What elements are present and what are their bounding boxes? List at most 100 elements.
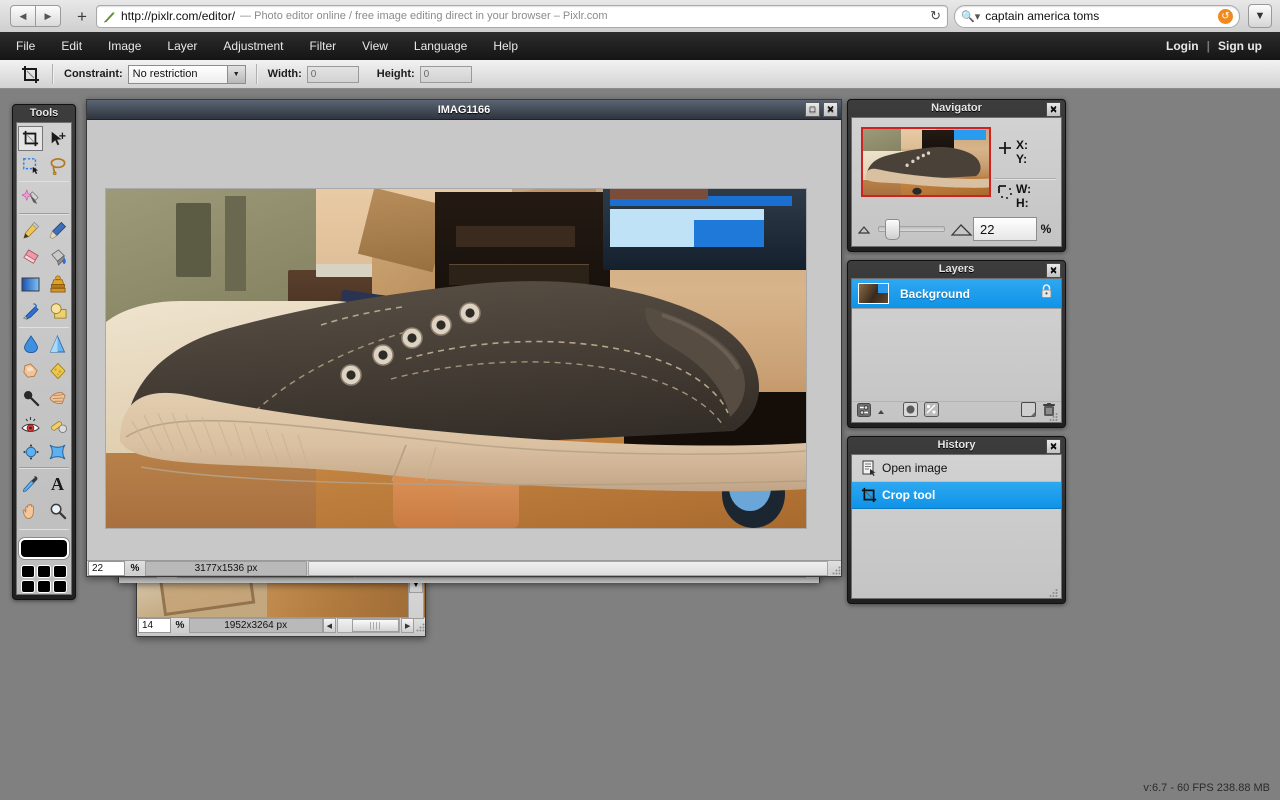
reload-button[interactable]: ↻ [924,8,941,24]
layer-row-background[interactable]: Background [852,279,1061,309]
palette-swatch-1[interactable] [21,564,35,578]
tool-clone-stamp[interactable] [44,271,71,298]
navigator-thumbnail[interactable] [861,127,991,197]
layer-style-icon[interactable] [924,402,939,422]
tool-eraser[interactable] [17,244,44,271]
history-item-crop-tool[interactable]: Crop tool [852,482,1061,509]
downloads-button[interactable]: ▼ [1248,4,1272,28]
tool-burn[interactable] [44,384,71,411]
document-window-main[interactable]: IMAG1166 □ ✕ 22 % 3177x1536 px [86,99,842,577]
document-hscrollbar[interactable] [308,561,828,576]
document-window-3-hscrollbar[interactable]: |||| [337,618,401,633]
menu-file[interactable]: File [3,32,48,60]
layer-mask-icon[interactable] [903,402,918,422]
crosshair-icon [994,138,1016,155]
navigator-zoom-slider-handle[interactable] [885,219,900,240]
menu-layer[interactable]: Layer [154,32,210,60]
document-window-3-scroll-thumb[interactable]: |||| [352,619,400,632]
tool-sharpen[interactable] [44,330,71,357]
width-input[interactable]: 0 [306,65,359,83]
address-bar[interactable]: http://pixlr.com/editor/ — Photo editor … [96,4,948,28]
search-input[interactable]: captain america toms [985,9,1218,23]
tool-gradient[interactable] [17,271,44,298]
menu-adjustment[interactable]: Adjustment [210,32,296,60]
menu-edit[interactable]: Edit [48,32,95,60]
document-canvas[interactable] [87,120,841,560]
document-window-3-scroll-right[interactable]: ▶ [401,618,415,633]
document-window-3-scroll-left[interactable]: ◀ [322,618,337,633]
navigator-zoom-slider[interactable] [878,219,945,240]
menu-image[interactable]: Image [95,32,154,60]
navigator-xy-row: X: Y: [994,138,1031,166]
close-button[interactable]: ✕ [823,102,838,117]
history-close-button[interactable]: ✕ [1046,439,1061,454]
tool-lasso[interactable] [44,152,71,179]
palette-swatch-4[interactable] [21,579,35,593]
tool-spot-heal[interactable] [44,411,71,438]
crop-tool-icon [22,130,39,147]
palette-swatch-5[interactable] [37,579,51,593]
search-refresh-icon[interactable]: ↺ [1218,8,1233,24]
new-layer-icon[interactable] [1021,402,1036,422]
login-link[interactable]: Login [1162,39,1203,53]
height-input[interactable]: 0 [419,65,472,83]
document-window-3-resize-grip[interactable] [414,619,425,632]
history-resize-grip[interactable] [1048,585,1058,597]
palette-swatch-6[interactable] [53,579,67,593]
layers-close-button[interactable]: ✕ [1046,263,1061,278]
navigator-zoom-input[interactable]: 22 [973,217,1037,241]
layer-settings-icon[interactable] [857,402,871,422]
tool-brush[interactable] [44,217,71,244]
tool-pinch[interactable] [44,438,71,465]
search-field[interactable]: 🔍▾ captain america toms ↺ [954,4,1240,28]
tool-wand-select[interactable] [17,184,44,211]
tool-move[interactable] [44,125,71,152]
tool-smudge-finger[interactable] [17,357,44,384]
zoom-out-icon[interactable] [858,225,872,234]
tool-blur[interactable] [17,330,44,357]
document-window-3-zoom-input[interactable]: 14 [138,618,172,633]
tool-paint-bucket[interactable] [44,244,71,271]
chevron-down-icon[interactable]: ▼ [226,65,245,83]
tools-group-retouch [17,330,71,465]
menu-language[interactable]: Language [401,32,480,60]
layers-resize-grip[interactable] [1048,409,1058,421]
document-zoom-input[interactable]: 22 [88,561,125,576]
tool-marquee-select[interactable] [17,152,44,179]
color-palette [20,564,68,594]
tool-sponge[interactable] [44,357,71,384]
tool-zoom[interactable] [44,498,71,525]
tool-crop[interactable] [17,125,44,152]
palette-swatch-3[interactable] [53,564,67,578]
signup-link[interactable]: Sign up [1214,39,1266,53]
restore-button[interactable]: □ [805,102,820,117]
navigator-close-button[interactable]: ✕ [1046,102,1061,117]
menu-view[interactable]: View [349,32,401,60]
tool-pencil[interactable] [17,217,44,244]
zoom-in-icon[interactable] [951,223,973,236]
layer-menu-arrow-icon[interactable] [877,403,885,421]
tool-dodge[interactable] [17,384,44,411]
menu-help[interactable]: Help [480,32,531,60]
menu-filter[interactable]: Filter [296,32,349,60]
palette-swatch-2[interactable] [37,564,51,578]
document-resize-grip[interactable] [829,562,841,575]
tool-hand[interactable] [17,498,44,525]
tool-type[interactable]: A [44,471,71,498]
history-item-label: Crop tool [882,488,936,502]
tool-red-eye[interactable] [17,411,44,438]
constraint-select[interactable]: No restriction ▼ [127,64,246,84]
history-item-open-image[interactable]: Open image [852,455,1061,482]
primary-color-swatch[interactable] [19,538,69,559]
new-tab-button[interactable]: + [72,6,92,26]
tool-bloat[interactable] [17,438,44,465]
type-tool-icon: A [51,474,64,495]
tool-drawing[interactable] [44,298,71,325]
tool-smudge[interactable] [17,298,44,325]
options-divider-1 [52,64,54,84]
document-window-titlebar[interactable]: IMAG1166 □ ✕ [87,100,841,120]
photo-canvas[interactable] [106,189,806,528]
back-button[interactable]: ◀ [10,5,36,27]
tool-color-picker[interactable] [17,471,44,498]
forward-button[interactable]: ▶ [36,5,61,27]
